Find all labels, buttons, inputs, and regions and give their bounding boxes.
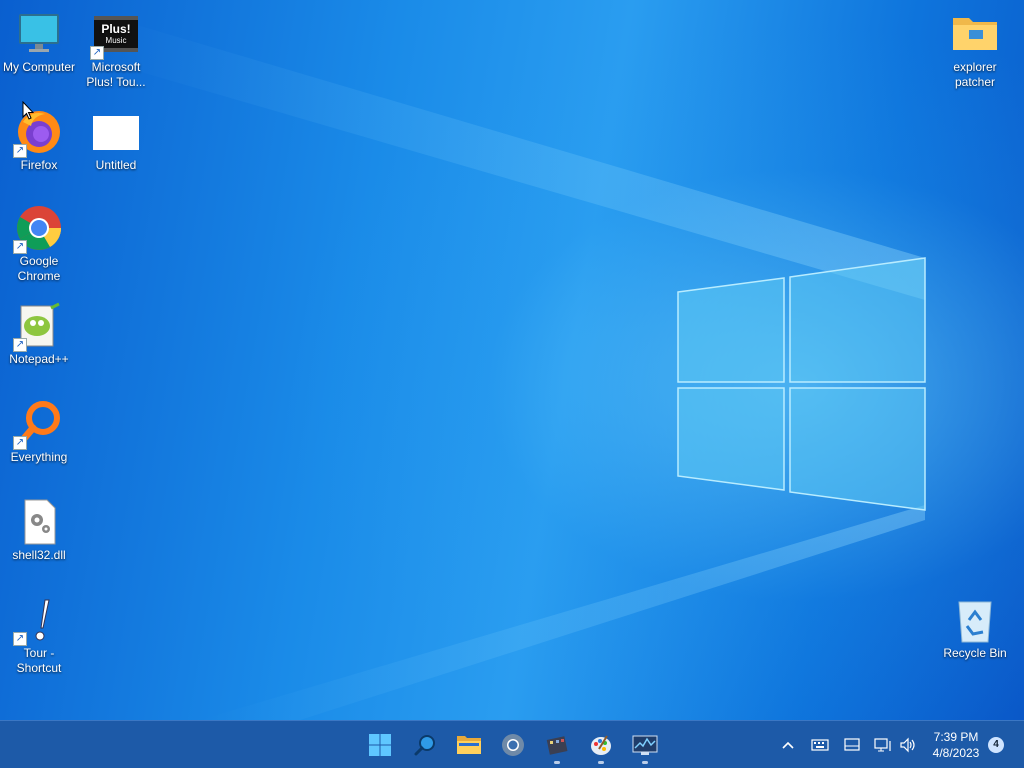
desktop-icon-shell32[interactable]: shell32.dll: [1, 498, 77, 563]
plus-badge-subtext: Music: [105, 36, 127, 45]
shortcut-arrow-icon: ↗: [13, 632, 27, 646]
desktop-icon-label: shell32.dll: [12, 548, 66, 562]
tablet-mode-tray-button[interactable]: [842, 735, 862, 755]
show-hidden-icons-button[interactable]: [778, 735, 798, 755]
search-icon: [414, 735, 435, 756]
desktop-icon-microsoft-plus[interactable]: Plus! Music ↗ Microsoft Plus! Tou...: [78, 10, 154, 90]
running-indicator: [598, 761, 604, 764]
clock-time: 7:39 PM: [933, 730, 979, 744]
film-clapper-icon: [546, 736, 568, 755]
chevron-up-icon: [782, 741, 794, 749]
dll-file-icon: [15, 498, 63, 546]
running-indicator: [642, 761, 648, 764]
recycle-bin-icon: [951, 596, 999, 644]
taskbar-paint[interactable]: [583, 727, 619, 764]
chrome-icon: [502, 734, 524, 756]
desktop-icon-label: Recycle Bin: [943, 646, 1007, 660]
magnifier-icon: ↗: [13, 400, 63, 450]
desktop-icon-tour-shortcut[interactable]: ↗ Tour - Shortcut: [1, 596, 77, 676]
start-button[interactable]: [362, 727, 398, 763]
shortcut-arrow-icon: ↗: [13, 144, 27, 158]
desktop-icon-notepadpp[interactable]: ↗ Notepad++: [1, 302, 77, 367]
running-indicator: [554, 761, 560, 764]
desktop-icon-firefox[interactable]: ↗ Firefox: [1, 108, 77, 173]
desktop-icon-recycle-bin[interactable]: Recycle Bin: [937, 596, 1013, 661]
desktop-icon-label: Everything: [10, 450, 68, 464]
taskbar: 7:39 PM 4/8/2023 4: [0, 720, 1024, 768]
mouse-pointer-icon: [22, 101, 34, 120]
shortcut-arrow-icon: ↗: [90, 46, 104, 60]
desktop-icon-label: explorer patcher: [953, 60, 997, 89]
taskbar-chrome[interactable]: [495, 727, 531, 763]
keyboard-icon: [811, 739, 829, 751]
desktop-icon-label: Microsoft Plus! Tou...: [86, 60, 146, 89]
notification-badge[interactable]: 4: [988, 737, 1004, 753]
plus-badge-text: Plus!: [101, 22, 131, 36]
network-tray-button[interactable]: [873, 735, 893, 755]
desktop-icon-my-computer[interactable]: My Computer: [1, 10, 77, 75]
taskbar-movie-maker[interactable]: [539, 727, 575, 764]
keyboard-tray-button[interactable]: [810, 735, 830, 755]
notepadpp-icon: ↗: [13, 302, 63, 352]
shortcut-arrow-icon: ↗: [13, 436, 27, 450]
desktop-icon-label: Tour - Shortcut: [16, 646, 62, 675]
windows-logo-icon: [369, 734, 391, 756]
desktop-icon-explorer-patcher[interactable]: explorer patcher: [937, 10, 1013, 90]
desktop-icon-google-chrome[interactable]: ↗ Google Chrome: [1, 204, 77, 284]
clock-date: 4/8/2023: [932, 746, 980, 760]
paint-palette-icon: [591, 735, 611, 755]
network-icon: [874, 738, 891, 752]
volume-tray-button[interactable]: [898, 735, 918, 755]
plus-music-icon: Plus! Music ↗: [90, 10, 140, 60]
task-manager-icon: [632, 735, 658, 755]
shortcut-arrow-icon: ↗: [13, 240, 27, 254]
folder-icon: [457, 736, 481, 754]
taskbar-task-manager[interactable]: [627, 727, 663, 764]
taskbar-search-button[interactable]: [407, 727, 443, 763]
chrome-icon: ↗: [13, 204, 63, 254]
shortcut-arrow-icon: ↗: [13, 338, 27, 352]
display-icon: [844, 738, 860, 751]
folder-icon: [951, 10, 999, 58]
speaker-icon: [900, 737, 915, 753]
desktop[interactable]: My Computer Plus! Music ↗ Microsoft Plus…: [0, 0, 1024, 720]
blank-file-icon: [92, 108, 140, 156]
desktop-icon-label: My Computer: [2, 60, 76, 74]
desktop-icon-label: Google Chrome: [17, 254, 61, 283]
exclamation-icon: ↗: [13, 596, 63, 646]
taskbar-file-explorer[interactable]: [451, 727, 487, 763]
desktop-icon-label: Firefox: [20, 158, 58, 172]
desktop-icon-label: Notepad++: [9, 352, 69, 366]
desktop-icon-everything[interactable]: ↗ Everything: [1, 400, 77, 465]
desktop-icon-label: Untitled: [95, 158, 137, 172]
monitor-icon: [15, 10, 63, 58]
desktop-icon-untitled[interactable]: Untitled: [78, 108, 154, 173]
taskbar-clock[interactable]: 7:39 PM 4/8/2023: [925, 729, 987, 761]
